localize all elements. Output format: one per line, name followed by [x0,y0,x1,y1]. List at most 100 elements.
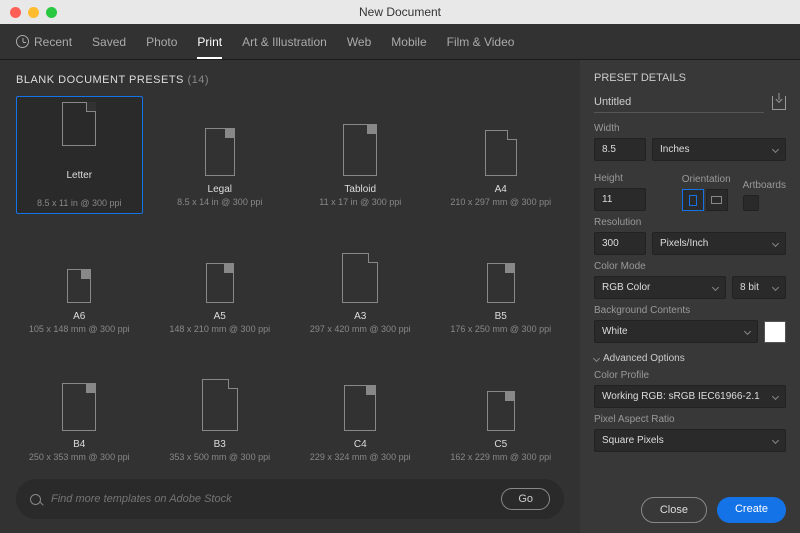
preset-dimensions: 8.5 x 14 in @ 300 ppi [177,197,262,207]
preset-details-panel: PRESET DETAILS Width Inches Height Orien… [580,60,800,533]
bit-depth-select[interactable]: 8 bit [732,276,786,299]
presets-panel: BLANK DOCUMENT PRESETS (14) Letter 8.5 x … [0,60,580,533]
preset-a3[interactable]: A3 297 x 420 mm @ 300 ppi [297,224,424,340]
chevron-down-icon [772,146,779,153]
resolution-input[interactable] [594,232,646,255]
color-mode-select[interactable]: RGB Color [594,276,726,299]
background-select[interactable]: White [594,320,758,343]
close-button[interactable]: Close [641,497,707,523]
preset-name: C5 [494,439,507,450]
page-icon [202,379,238,431]
color-profile-label: Color Profile [594,370,786,381]
presets-grid: Letter 8.5 x 11 in @ 300 ppi Legal 8.5 x 14… [16,96,564,469]
orientation-landscape-button[interactable] [706,189,728,211]
preset-name: Letter [66,170,92,181]
background-label: Background Contents [594,305,786,316]
preset-dimensions: 8.5 x 11 in @ 300 ppi [37,198,122,208]
tab-mobile[interactable]: Mobile [391,25,426,59]
preset-legal[interactable]: Legal 8.5 x 14 in @ 300 ppi [157,96,284,214]
width-label: Width [594,123,786,134]
tab-print[interactable]: Print [197,25,222,59]
page-icon [487,263,515,303]
unit-select[interactable]: Inches [652,138,786,161]
color-mode-label: Color Mode [594,261,786,272]
preset-name: Tabloid [344,184,376,195]
preset-a6[interactable]: A6 105 x 148 mm @ 300 ppi [16,224,143,340]
preset-a5[interactable]: A5 148 x 210 mm @ 300 ppi [157,224,284,340]
preset-b3[interactable]: B3 353 x 500 mm @ 300 ppi [157,351,284,469]
presets-header: BLANK DOCUMENT PRESETS (14) [16,74,564,86]
category-tabs: Recent Saved Photo Print Art & Illustration W… [0,24,800,60]
height-input[interactable] [594,188,646,211]
preset-name: B3 [214,439,226,450]
traffic-lights [0,7,57,18]
tab-film-video[interactable]: Film & Video [447,25,515,59]
minimize-window-icon[interactable] [28,7,39,18]
preset-dimensions: 148 x 210 mm @ 300 ppi [169,324,270,334]
preset-dimensions: 353 x 500 mm @ 300 ppi [169,452,270,462]
titlebar: New Document [0,0,800,24]
preset-dimensions: 229 x 324 mm @ 300 ppi [310,452,411,462]
pixel-aspect-label: Pixel Aspect Ratio [594,414,786,425]
chevron-down-icon [744,328,751,335]
presets-count: (14) [187,74,209,86]
tab-photo[interactable]: Photo [146,25,177,59]
orientation-label: Orientation [682,174,731,185]
background-color-swatch[interactable] [764,321,786,343]
preset-dimensions: 105 x 148 mm @ 300 ppi [29,324,130,334]
page-icon [485,130,517,176]
preset-name: A5 [214,311,226,322]
preset-dimensions: 11 x 17 in @ 300 ppi [319,197,401,207]
create-button[interactable]: Create [717,497,786,523]
color-profile-select[interactable]: Working RGB: sRGB IEC61966-2.1 [594,385,786,408]
resolution-unit-select[interactable]: Pixels/Inch [652,232,786,255]
presets-header-text: BLANK DOCUMENT PRESETS [16,74,184,86]
search-input[interactable] [51,493,491,505]
preset-name: Legal [208,184,232,195]
artboards-checkbox[interactable] [743,195,759,211]
page-icon [343,124,377,176]
zoom-window-icon[interactable] [46,7,57,18]
width-input[interactable] [594,138,646,161]
resolution-label: Resolution [594,217,786,228]
page-icon [342,253,378,303]
tab-art-illustration[interactable]: Art & Illustration [242,25,327,59]
orientation-portrait-button[interactable] [682,189,704,211]
preset-dimensions: 297 x 420 mm @ 300 ppi [310,324,411,334]
chevron-down-icon [593,355,600,362]
tab-web[interactable]: Web [347,25,371,59]
preset-name: A3 [354,311,366,322]
preset-b5[interactable]: B5176 x 250 mm @ 300 ppi [438,224,565,340]
chevron-down-icon [772,284,779,291]
save-preset-icon[interactable] [772,96,786,110]
page-icon [62,102,96,146]
document-name-input[interactable] [594,92,764,113]
tab-saved[interactable]: Saved [92,25,126,59]
preset-dimensions: 162 x 229 mm @ 300 ppi [450,452,551,462]
page-icon [344,385,376,431]
preset-a4[interactable]: A4210 x 297 mm @ 300 ppi [438,96,565,214]
recent-icon [16,35,29,48]
page-icon [487,391,515,431]
artboards-label: Artboards [743,180,786,191]
preset-letter[interactable]: Letter 8.5 x 11 in @ 300 ppi [16,96,143,214]
landscape-icon [711,196,722,204]
close-window-icon[interactable] [10,7,21,18]
preset-dimensions: 176 x 250 mm @ 300 ppi [450,324,551,334]
preset-name: A6 [73,311,85,322]
stock-search: Go [16,479,564,519]
preset-name: B4 [73,439,85,450]
go-button[interactable]: Go [501,488,550,510]
tab-recent[interactable]: Recent [16,25,72,59]
preset-b4[interactable]: B4250 x 353 mm @ 300 ppi [16,351,143,469]
pixel-aspect-select[interactable]: Square Pixels [594,429,786,452]
advanced-options-toggle[interactable]: Advanced Options [594,353,786,364]
chevron-down-icon [772,393,779,400]
chevron-down-icon [772,437,779,444]
chevron-down-icon [772,240,779,247]
preset-c5[interactable]: C5 162 x 229 mm @ 300 ppi [438,351,565,469]
search-icon [30,494,41,505]
preset-tabloid[interactable]: Tabloid 11 x 17 in @ 300 ppi [297,96,424,214]
preset-c4[interactable]: C4229 x 324 mm @ 300 ppi [297,351,424,469]
window-title: New Document [359,5,441,19]
